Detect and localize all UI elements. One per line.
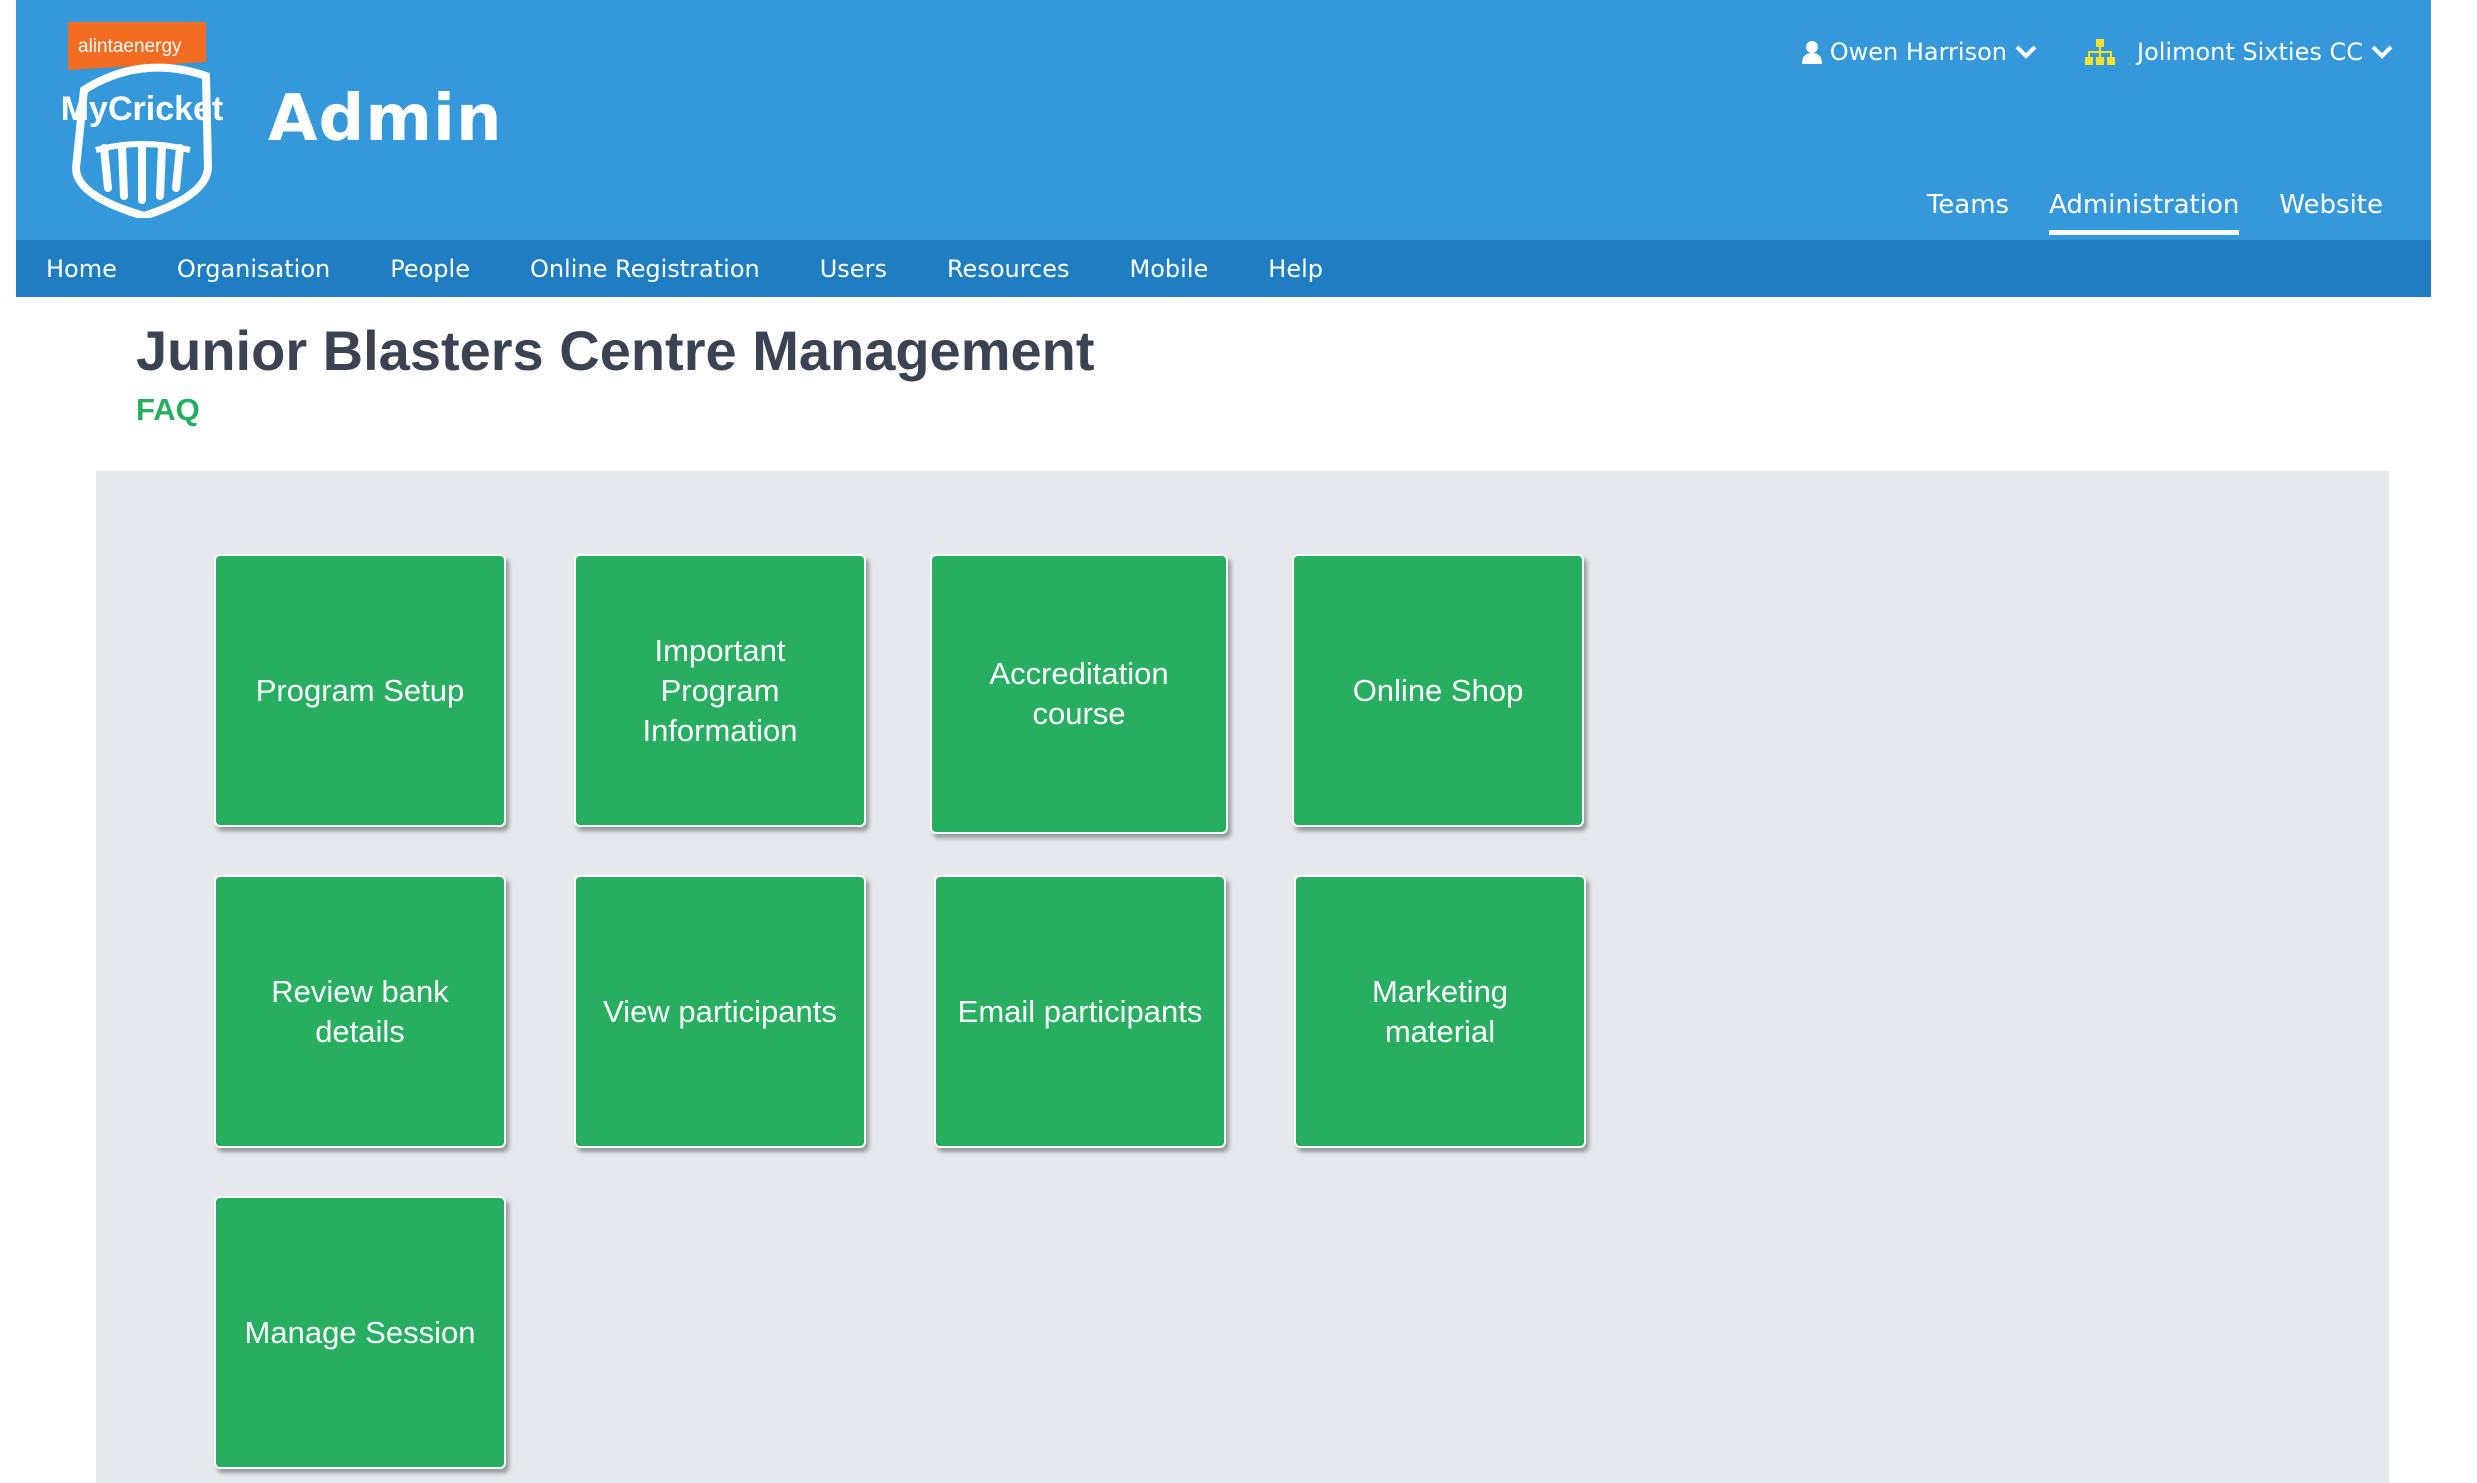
tab-website[interactable]: Website xyxy=(2279,190,2383,235)
user-icon xyxy=(1801,40,1822,64)
tile-online-shop[interactable]: Online Shop xyxy=(1292,554,1584,827)
nav-resources[interactable]: Resources xyxy=(947,255,1070,283)
nav-home[interactable]: Home xyxy=(46,255,117,283)
logo-sponsor-text: alintaenergy xyxy=(78,36,182,57)
tile-accreditation-course[interactable]: Accreditation course xyxy=(930,554,1228,834)
tile-program-setup[interactable]: Program Setup xyxy=(214,554,506,827)
nav-online-registration[interactable]: Online Registration xyxy=(530,255,760,283)
top-right-menu: Owen Harrison Jolimont Sixties CC xyxy=(1801,38,2393,66)
tab-administration[interactable]: Administration xyxy=(2049,190,2240,235)
admin-title: Admin xyxy=(268,82,503,156)
tile-marketing-material[interactable]: Marketing material xyxy=(1294,875,1586,1148)
tile-important-program-information[interactable]: Important Program Information xyxy=(574,554,866,827)
tab-teams[interactable]: Teams xyxy=(1927,190,2009,235)
tile-email-participants[interactable]: Email participants xyxy=(934,875,1226,1148)
tiles-panel: Program Setup Important Program Informat… xyxy=(96,471,2389,1483)
org-chart-icon xyxy=(2084,39,2115,65)
tile-review-bank-details[interactable]: Review bank details xyxy=(214,875,506,1148)
app-tabs: Teams Administration Website xyxy=(1927,190,2383,235)
nav-organisation[interactable]: Organisation xyxy=(177,255,330,283)
page-title: Junior Blasters Centre Management xyxy=(136,319,1095,382)
club-menu[interactable]: Jolimont Sixties CC xyxy=(2084,38,2393,66)
user-menu[interactable]: Owen Harrison xyxy=(1801,38,2037,66)
nav-help[interactable]: Help xyxy=(1268,255,1323,283)
nav-users[interactable]: Users xyxy=(820,255,887,283)
header: alintaenergy MyCricket Admin Owen Harris… xyxy=(16,0,2431,240)
club-name: Jolimont Sixties CC xyxy=(2136,38,2363,66)
user-name: Owen Harrison xyxy=(1829,38,2007,66)
tile-view-participants[interactable]: View participants xyxy=(574,875,866,1148)
tile-manage-session[interactable]: Manage Session xyxy=(214,1196,506,1469)
page: alintaenergy MyCricket Admin Owen Harris… xyxy=(16,0,2431,1483)
nav-people[interactable]: People xyxy=(390,255,470,283)
mycricket-logo[interactable]: alintaenergy MyCricket xyxy=(56,18,226,221)
chevron-down-icon xyxy=(2015,44,2037,60)
logo-brand-text: MyCricket xyxy=(61,90,224,128)
faq-link[interactable]: FAQ xyxy=(136,392,200,428)
chevron-down-icon xyxy=(2371,44,2393,60)
nav-mobile[interactable]: Mobile xyxy=(1130,255,1209,283)
main-nav: Home Organisation People Online Registra… xyxy=(16,240,2431,297)
